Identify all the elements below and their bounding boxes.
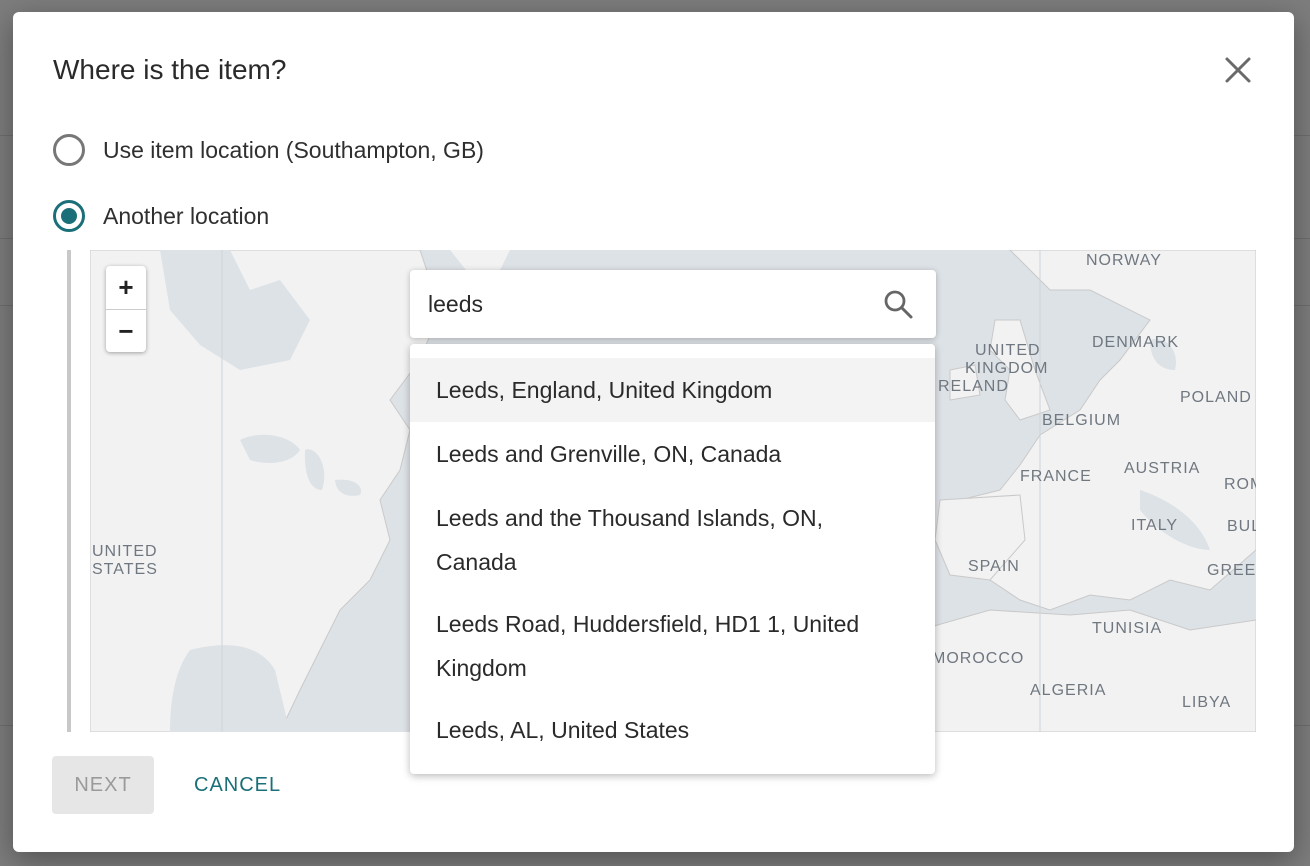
map-label: ROM xyxy=(1224,476,1256,493)
map-label: ALGERIA xyxy=(1030,682,1107,699)
suggestion-item[interactable]: Leeds and Grenville, ON, Canada xyxy=(410,422,935,486)
zoom-in-button[interactable]: + xyxy=(106,266,146,309)
map-label: SPAIN xyxy=(968,558,1020,575)
suggestion-item[interactable]: Leeds, AL, United States xyxy=(410,698,935,762)
map-zoom-control: + − xyxy=(106,266,146,352)
map-label: NORWAY xyxy=(1086,252,1162,269)
map-label: DENMARK xyxy=(1092,334,1180,351)
map-label: AUSTRIA xyxy=(1124,460,1201,477)
location-search-input[interactable] xyxy=(428,284,868,324)
suggestion-item[interactable]: Leeds, England, United Kingdom xyxy=(410,358,935,422)
location-search-box xyxy=(410,270,936,338)
radio-button[interactable] xyxy=(53,134,85,166)
next-button[interactable]: NEXT xyxy=(52,756,154,814)
map-label: LIBYA xyxy=(1182,694,1232,711)
cancel-button[interactable]: CANCEL xyxy=(181,756,294,814)
map-label: KINGDOM xyxy=(965,360,1049,377)
radio-label: Use item location (Southampton, GB) xyxy=(103,136,484,163)
radio-option-item-location[interactable]: Use item location (Southampton, GB) xyxy=(53,134,484,166)
map-label: BELGIUM xyxy=(1042,412,1122,429)
map-label: FRANCE xyxy=(1020,468,1092,485)
suggestion-item[interactable]: Leeds Road, Huddersfield, HD1 1, United … xyxy=(410,592,935,698)
map-rail xyxy=(67,250,71,732)
map-label: TUNISIA xyxy=(1092,620,1163,637)
location-dialog: Where is the item? Use item location (So… xyxy=(13,12,1294,852)
map-label: STATES xyxy=(92,561,158,578)
map-label: ITALY xyxy=(1131,517,1179,534)
map-label: MOROCCO xyxy=(932,650,1025,667)
suggestion-item[interactable]: Leeds and the Thousand Islands, ON, Cana… xyxy=(410,486,935,592)
map-label: BUL xyxy=(1227,518,1256,535)
map-label: UNITED xyxy=(92,543,158,560)
map-label: GREEC xyxy=(1207,562,1256,579)
radio-label: Another location xyxy=(103,202,270,229)
zoom-out-button[interactable]: − xyxy=(106,310,146,353)
map-label: UNITED xyxy=(975,342,1041,359)
search-icon[interactable] xyxy=(882,288,914,320)
map-label: RELAND xyxy=(938,378,1009,395)
radio-button-selected[interactable] xyxy=(53,200,85,232)
dialog-title: Where is the item? xyxy=(53,54,287,85)
map-label: POLAND xyxy=(1180,389,1252,406)
close-icon[interactable] xyxy=(1220,52,1256,88)
radio-option-another-location[interactable]: Another location xyxy=(53,200,269,232)
suggestions-dropdown: Leeds, England, United Kingdom Leeds and… xyxy=(410,344,935,774)
radio-dot xyxy=(61,208,77,224)
